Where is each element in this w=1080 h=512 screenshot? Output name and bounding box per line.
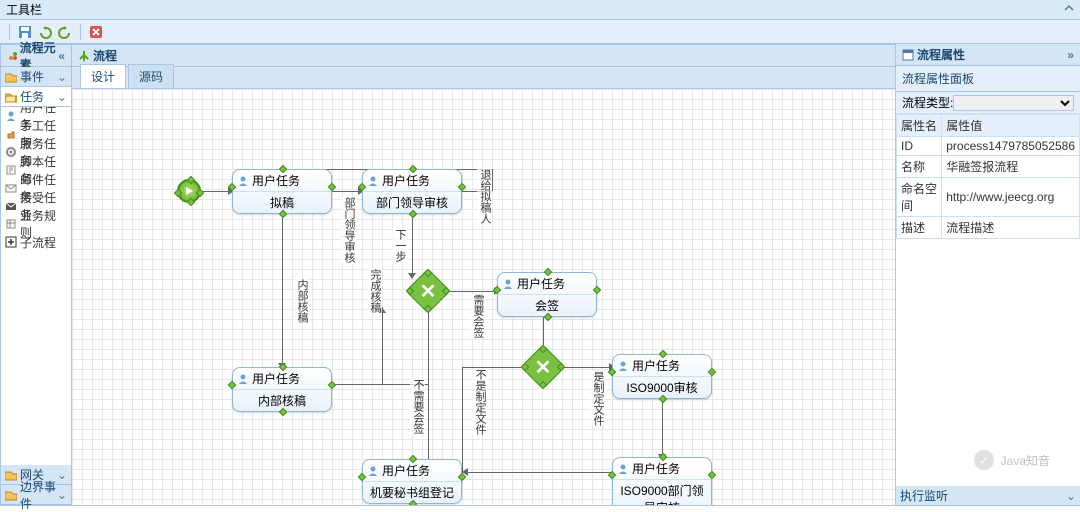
tool-strip [0, 20, 1080, 44]
title-text: 工具栏 [6, 1, 42, 18]
prop-panel-title: 流程属性面板 [896, 66, 1080, 92]
user-task-node[interactable]: 用户任务拟稿 [232, 169, 332, 214]
accordion-boundary[interactable]: 边界事件⌄ [1, 485, 71, 505]
edge-label: 不是制定文件 [472, 369, 487, 435]
user-task-node[interactable]: 用户任务部门领导审核 [362, 169, 462, 214]
edge-label: 完成核稿 [367, 269, 382, 313]
title-bar: 工具栏 [0, 0, 1080, 20]
edge-label: 退给拟稿人 [477, 169, 492, 224]
start-event[interactable] [177, 179, 201, 203]
edge-label: 是制定文件 [590, 371, 605, 426]
gateway[interactable]: ✕ [412, 275, 444, 307]
undo-icon[interactable] [37, 24, 53, 40]
property-table: 属性名属性值 IDprocess1479785052586 名称华融签报流程 命… [896, 114, 1080, 239]
item-business-rule[interactable]: 业务规则 [1, 215, 71, 233]
user-task-node[interactable]: 用户任务机要秘书组登记 [362, 459, 462, 504]
accordion-events[interactable]: 事件⌄ [1, 67, 71, 87]
left-panel: 流程元素 « 事件⌄ 任务⌄ 用户任务 手工任务 服务任务 脚本任务 邮件任务 … [0, 44, 72, 506]
process-type-row: 流程类型: [896, 92, 1080, 114]
edge-label: 不需要会签 [410, 379, 425, 434]
right-panel: 流程属性 » 流程属性面板 流程类型: 属性名属性值 IDprocess1479… [895, 44, 1080, 506]
table-row: 名称华融签报流程 [897, 156, 1080, 178]
collapse-left-icon[interactable]: « [58, 49, 65, 63]
left-panel-header: 流程元素 « [1, 45, 71, 67]
right-header: 流程属性 » [896, 44, 1080, 66]
accordion-tasks[interactable]: 任务⌄ [1, 87, 71, 107]
center-header: 流程 [72, 45, 895, 67]
canvas[interactable]: 用户任务拟稿用户任务部门领导审核用户任务内部核稿用户任务会签用户任务ISO900… [72, 89, 895, 505]
collapse-icon[interactable] [1064, 3, 1074, 17]
gateway[interactable]: ✕ [527, 351, 559, 383]
process-type-label: 流程类型: [902, 94, 953, 111]
save-icon[interactable] [17, 24, 33, 40]
redo-icon[interactable] [57, 24, 73, 40]
edge-label: 内部核稿 [294, 279, 309, 323]
table-row: IDprocess1479785052586 [897, 137, 1080, 156]
tabs: 设计 源码 [72, 67, 895, 89]
table-row: 描述流程描述 [897, 217, 1080, 239]
task-items: 用户任务 手工任务 服务任务 脚本任务 邮件任务 接受任务 业务规则 子流程 [1, 107, 71, 465]
collapse-right-icon[interactable]: » [1067, 48, 1074, 62]
delete-icon[interactable] [88, 24, 104, 40]
edge-label: 部门领导审核 [341, 197, 356, 263]
process-type-select[interactable] [953, 95, 1074, 111]
edge-label: 下一步 [392, 229, 407, 262]
user-task-node[interactable]: 用户任务ISO9000审核 [612, 354, 712, 399]
user-task-node[interactable]: 用户任务ISO9000部门领导审核 [612, 457, 712, 505]
user-task-node[interactable]: 用户任务内部核稿 [232, 367, 332, 412]
tab-source[interactable]: 源码 [128, 64, 174, 88]
table-row: 命名空间http://www.jeecg.org [897, 178, 1080, 217]
user-task-node[interactable]: 用户任务会签 [497, 272, 597, 317]
edge-label: 需要会签 [470, 294, 485, 338]
exec-monitor[interactable]: 执行监听⌄ [896, 486, 1080, 506]
tab-design[interactable]: 设计 [80, 64, 126, 88]
center-panel: 流程 设计 源码 用户任务拟稿用户任务部门领导审核用户任务内部 [72, 44, 895, 506]
